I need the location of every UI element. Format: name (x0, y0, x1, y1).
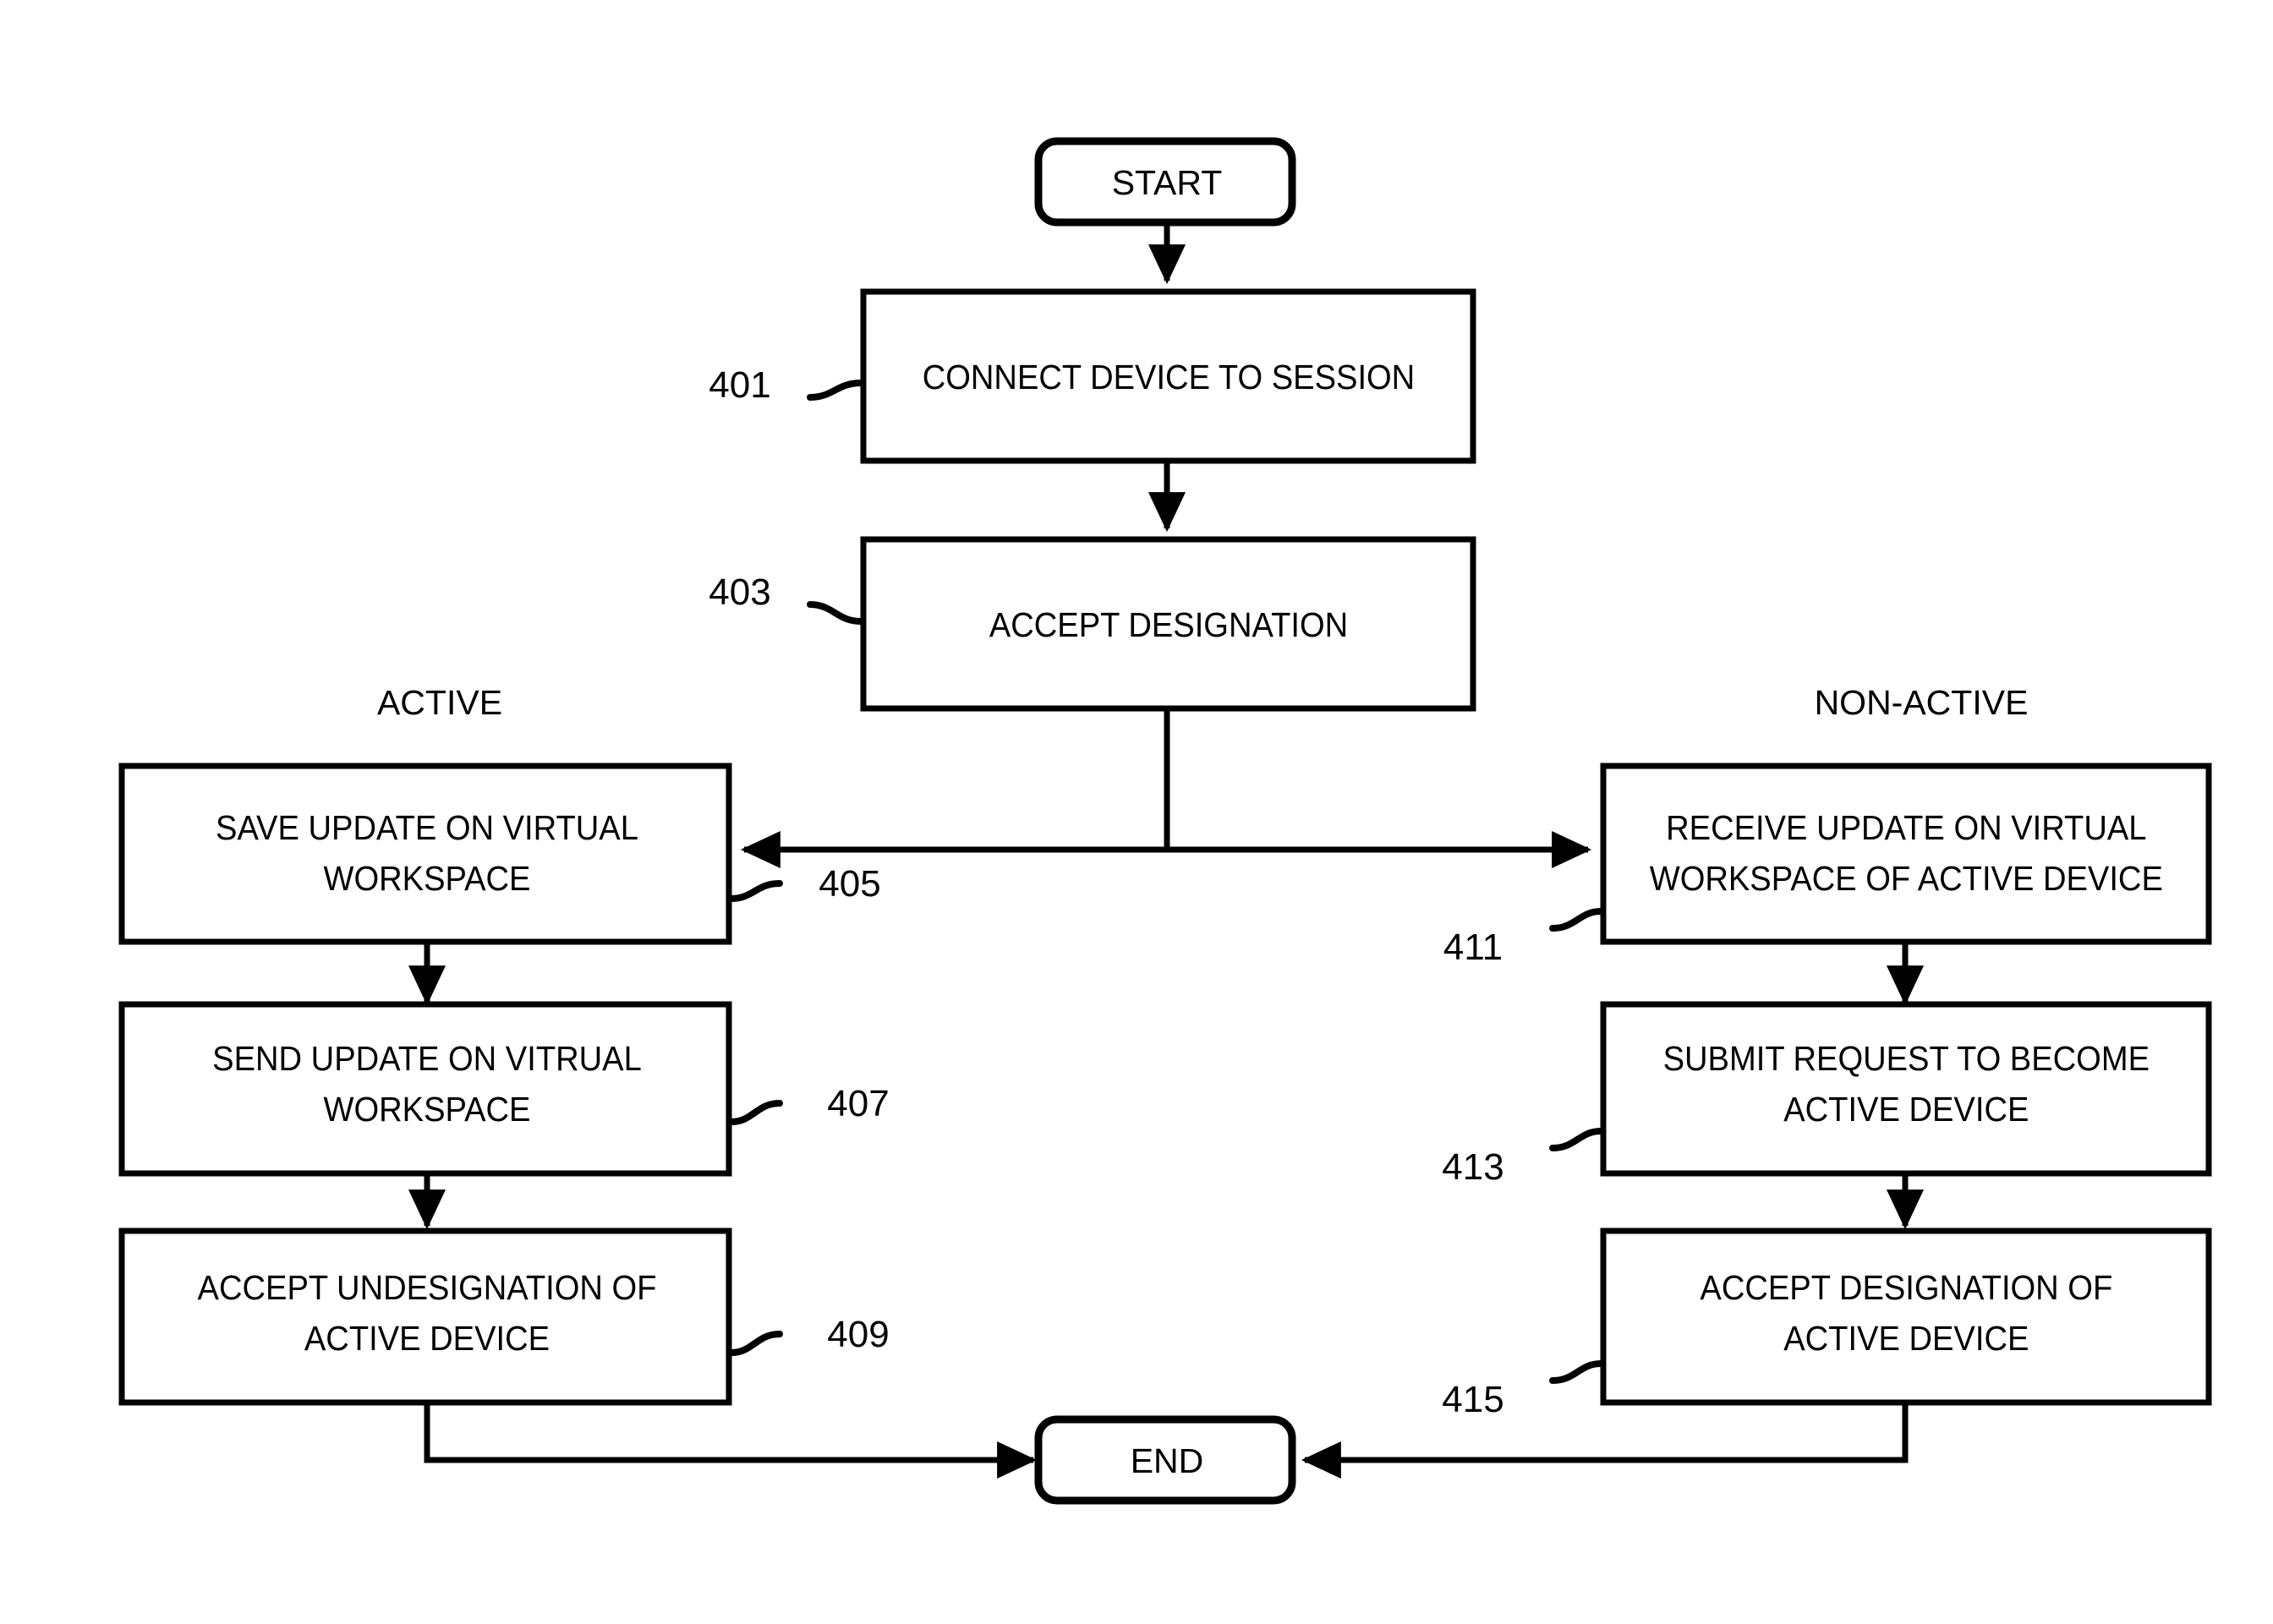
branch-label-non-active: NON-ACTIVE (1815, 683, 2029, 722)
leader-411 (1549, 908, 1604, 932)
ref-403: 403 (709, 571, 770, 613)
node-save-update-line2: WORKSPACE (324, 860, 531, 899)
ref-405: 405 (819, 863, 880, 905)
node-receive-update-line2: WORKSPACE OF ACTIVE DEVICE (1650, 860, 2163, 899)
node-connect-label: CONNECT DEVICE TO SESSION (923, 358, 1415, 397)
ref-401: 401 (709, 364, 770, 406)
ref-407: 407 (827, 1083, 889, 1124)
node-accept-designation-of-active-device (1600, 1228, 2212, 1406)
node-accept-designation-label: ACCEPT DESIGNATION (989, 606, 1348, 645)
node-submit-request-line2: ACTIVE DEVICE (1783, 1091, 2029, 1129)
ref-409: 409 (827, 1314, 889, 1355)
connector-415-to-end (1301, 1402, 1909, 1479)
node-receive-update (1600, 763, 2212, 945)
node-accept-undesignation-line1: ACCEPT UNDESIGNATION OF (198, 1269, 657, 1308)
branch-label-active: ACTIVE (377, 683, 502, 722)
leader-415 (1549, 1360, 1604, 1384)
leader-405 (728, 880, 783, 902)
leader-409 (728, 1331, 783, 1356)
leader-403 (807, 601, 864, 625)
node-save-update-line1: SAVE UPDATE ON VIRTUAL (216, 809, 638, 848)
node-send-update (118, 1001, 732, 1177)
flowchart-canvas: START END CONNECT DEVICE TO SESSION 401 … (118, 137, 2212, 1505)
node-receive-update-line1: RECEIVE UPDATE ON VIRTUAL (1666, 809, 2146, 848)
node-accept-undesignation-line2: ACTIVE DEVICE (304, 1320, 550, 1359)
leader-413 (1549, 1128, 1604, 1151)
node-send-update-line2: WORKSPACE (324, 1091, 531, 1129)
leader-407 (728, 1100, 783, 1125)
node-accept-designation-active-line2: ACTIVE DEVICE (1783, 1320, 2029, 1359)
start-label: START (1112, 163, 1223, 202)
node-accept-undesignation (118, 1228, 732, 1406)
node-send-update-line1: SEND UPDATE ON VITRUAL (212, 1040, 642, 1079)
node-save-update (118, 763, 732, 945)
ref-415: 415 (1442, 1379, 1503, 1420)
leader-401 (807, 380, 864, 401)
patent-flowchart-figure: START END CONNECT DEVICE TO SESSION 401 … (0, 0, 2273, 1624)
node-submit-request-line1: SUBMIT REQUEST TO BECOME (1663, 1040, 2150, 1079)
ref-413: 413 (1442, 1146, 1503, 1188)
end-label: END (1131, 1441, 1204, 1480)
node-accept-designation-active-line1: ACCEPT DESIGNATION OF (1700, 1269, 2112, 1308)
node-submit-request (1600, 1001, 2212, 1177)
connector-409-to-end (424, 1402, 1038, 1479)
ref-411: 411 (1443, 927, 1503, 968)
